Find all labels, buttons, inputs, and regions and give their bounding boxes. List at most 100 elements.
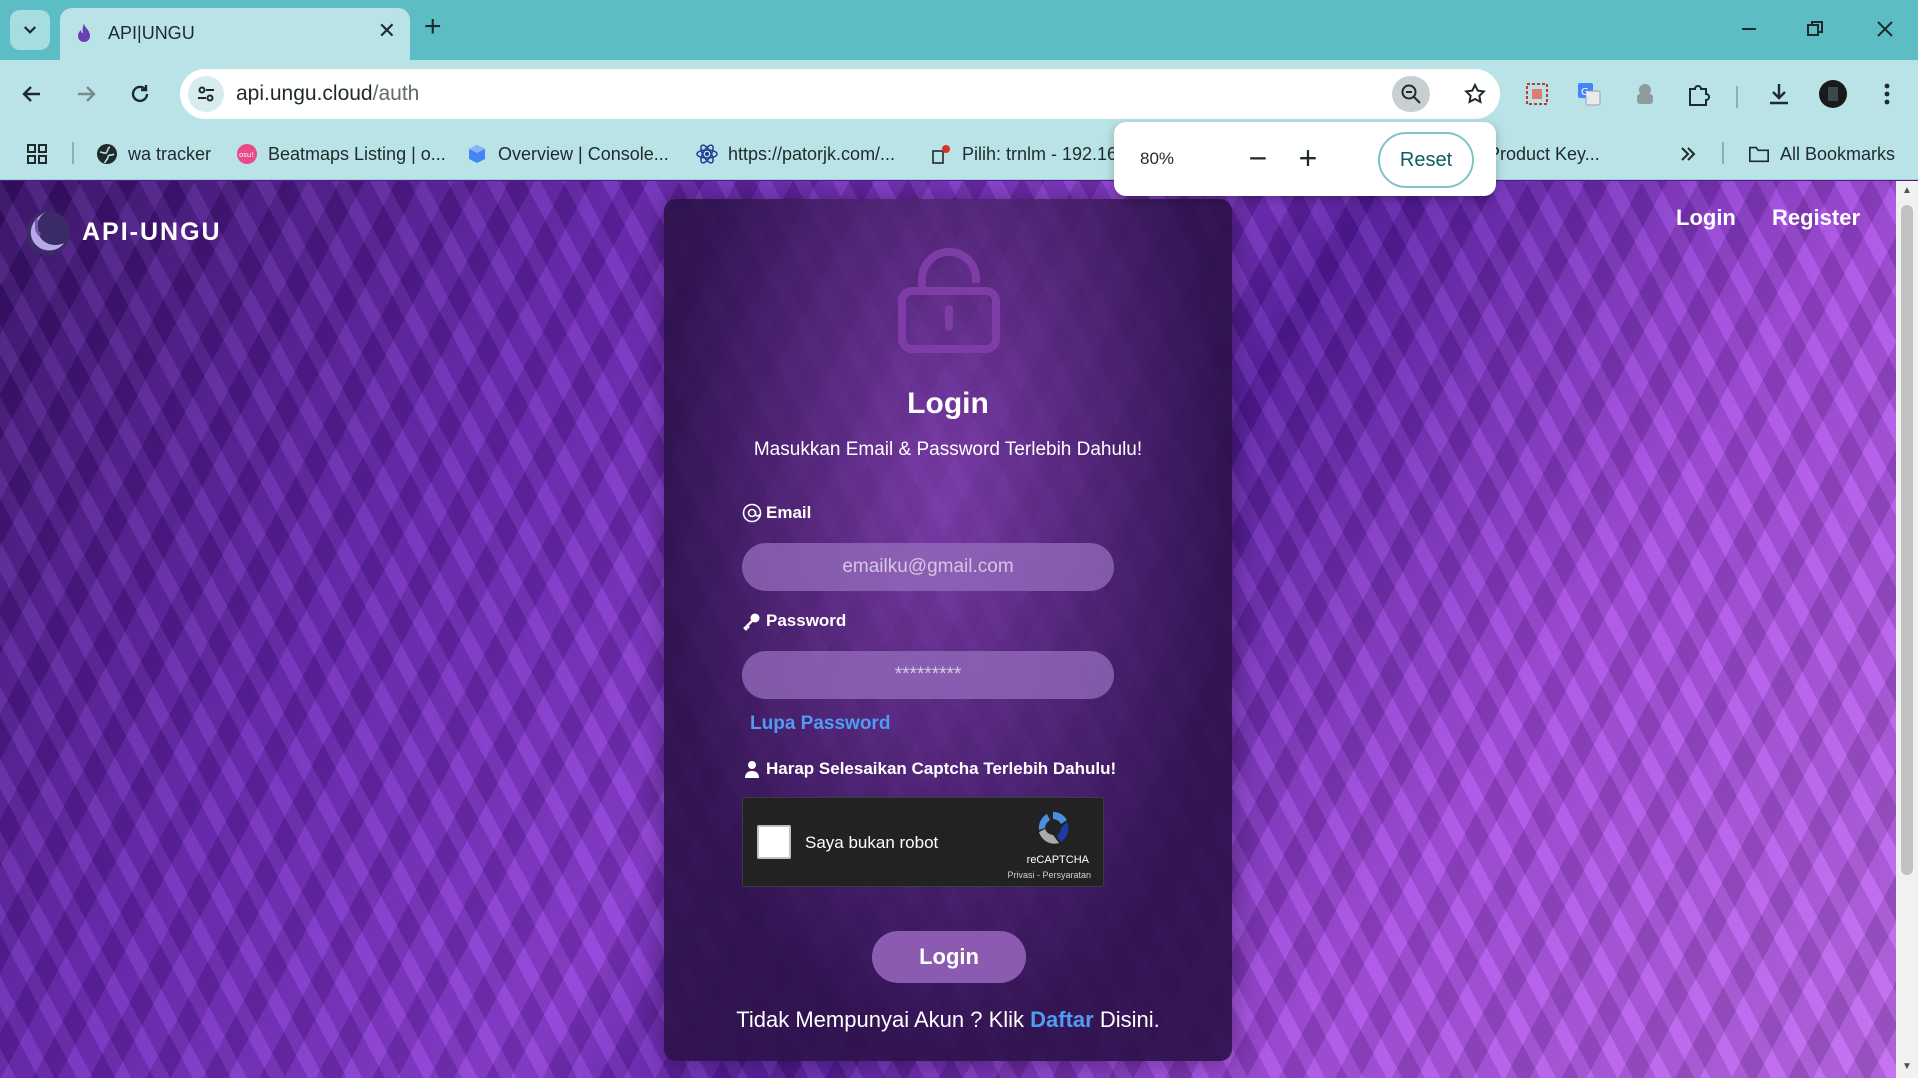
active-tab[interactable]: API|UNGU ✕ [60,8,410,60]
signup-prompt: Tidak Mempunyai Akun ? Klik Daftar Disin… [664,1007,1232,1033]
minimize-icon [1742,28,1756,30]
at-sign-icon [742,503,762,523]
signup-suffix: Disini. [1093,1007,1160,1032]
bookmark-label: https://patorjk.com/... [728,143,896,164]
signup-prefix: Tidak Mempunyai Akun ? Klik [736,1007,1031,1032]
react-icon [696,143,718,165]
reload-button[interactable] [122,76,158,112]
forward-button[interactable] [68,76,104,112]
lock-open-icon [898,248,1000,353]
bookmark-label: Pilih: trnlm - 192.16 [962,143,1118,164]
close-icon [1877,21,1893,37]
bookmark-console[interactable]: Overview | Console... [466,140,669,168]
restore-icon [1807,21,1823,36]
svg-text:osu!: osu! [239,151,254,159]
translate-icon: G [1578,83,1601,106]
recaptcha-brand: reCAPTCHA [1026,854,1089,866]
toolbar-separator [1736,86,1738,108]
extensions-menu-button[interactable] [1682,77,1716,111]
zoom-indicator-button[interactable] [1392,76,1430,112]
bookmarks-separator [72,142,74,164]
signup-link[interactable]: Daftar [1030,1007,1094,1032]
login-title: Login [907,387,989,420]
bookmark-label: wa tracker [128,143,212,164]
folder-icon [1748,143,1770,165]
tune-icon [198,86,214,102]
downloads-button[interactable] [1762,77,1796,111]
zoom-reset-button[interactable]: Reset [1378,132,1474,188]
grey-extension-button[interactable] [1628,77,1662,111]
profile-avatar-button[interactable] [1816,77,1850,111]
arrow-right-icon [78,86,96,102]
email-label-text: Email [766,503,812,522]
login-subtitle: Masukkan Email & Password Terlebih Dahul… [753,439,1143,460]
user-icon [742,759,762,779]
password-label-text: Password [766,611,847,630]
nav-register-link[interactable]: Register [1772,205,1860,231]
apps-button[interactable] [26,140,48,168]
bookmark-star-button[interactable] [1458,77,1492,111]
recaptcha-links[interactable]: Privasi - Persyaratan [1007,870,1091,880]
brand-name: API-UNGU [82,217,222,246]
zoom-level: 80% [1140,149,1175,168]
login-submit-button[interactable]: Login [872,931,1026,983]
forgot-password-link[interactable]: Lupa Password [750,713,890,735]
bookmark-wa-tracker[interactable]: wa tracker [96,140,211,168]
tab-title: API|UNGU [108,23,195,43]
zoom-out-button[interactable]: − [1240,140,1276,176]
scrollbar-thumb[interactable] [1901,205,1913,875]
puzzle-icon [1689,85,1710,106]
login-card: Login Masukkan Email & Password Terlebih… [664,199,1232,1061]
zoom-out-icon [1401,84,1421,104]
avatar-icon [1819,80,1847,108]
password-input[interactable] [742,651,1114,699]
captcha-note-text: Harap Selesaikan Captcha Terlebih Dahulu… [766,759,1117,778]
zoom-in-button[interactable]: + [1290,140,1326,176]
bookmark-beatmaps[interactable]: osu! Beatmaps Listing | o... [236,140,446,168]
minimize-button[interactable] [1734,14,1764,44]
site-brand[interactable]: API-UNGU [18,203,222,261]
bookmarks-overflow-button[interactable] [1678,140,1698,168]
reload-icon [131,85,149,103]
apps-grid-icon [27,144,47,164]
bookmark-pilih[interactable]: Pilih: trnlm - 192.16 [930,140,1117,168]
url-host: api.ungu.cloud [236,82,373,105]
recaptcha-logo-icon [1038,811,1069,844]
translate-extension-button[interactable]: G [1572,77,1606,111]
back-button[interactable] [14,76,50,112]
site-info-button[interactable] [188,76,224,112]
bookmark-product-key[interactable]: Product Key... [1488,140,1600,168]
recaptcha-checkbox[interactable] [757,825,791,859]
svg-text:G: G [1581,87,1589,98]
double-chevron-right-icon [1681,147,1696,161]
screenshot-extension-button[interactable] [1520,77,1554,111]
new-tab-button[interactable]: + [424,12,442,42]
tab-close-icon[interactable]: ✕ [378,20,396,42]
address-bar[interactable]: api.ungu.cloud/auth [180,69,1500,119]
restore-button[interactable] [1800,14,1830,44]
puzzle-extension-icon [1637,84,1653,104]
bookmark-label: Product Key... [1488,143,1600,164]
scroll-up-icon[interactable]: ▲ [1901,185,1913,196]
tab-search-button[interactable] [10,10,50,50]
password-label: Password [742,611,846,631]
email-label: Email [742,503,811,523]
bookmark-patorjk[interactable]: https://patorjk.com/... [696,140,895,168]
browser-menu-button[interactable] [1870,77,1904,111]
url-text[interactable]: api.ungu.cloud/auth [236,82,419,106]
flame-icon [78,24,90,42]
screenshot-icon [1526,83,1548,105]
download-icon [1770,84,1788,105]
arrow-left-icon [22,86,40,102]
star-icon [1464,82,1486,104]
page-scrollbar[interactable]: ▲ ▼ [1896,181,1918,1078]
scroll-down-icon[interactable]: ▼ [1901,1061,1913,1072]
all-bookmarks-button[interactable]: All Bookmarks [1748,140,1895,168]
bookmark-label: All Bookmarks [1780,143,1896,164]
email-input[interactable] [742,543,1114,591]
tab-strip: API|UNGU ✕ + [0,0,1918,60]
close-window-button[interactable] [1870,14,1900,44]
more-vert-icon [1884,83,1890,105]
recaptcha-widget: Saya bukan robot reCAPTCHA Privasi - Per… [742,797,1104,887]
nav-login-link[interactable]: Login [1676,205,1736,231]
